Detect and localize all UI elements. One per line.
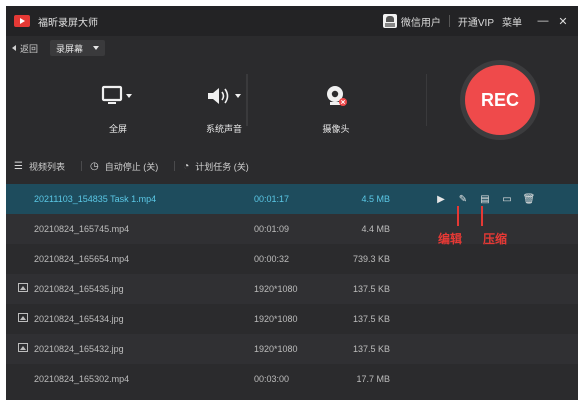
row-actions: ▶ ✎ ▤ ▭ 🗑	[430, 184, 540, 214]
file-duration: 00:00:32	[254, 254, 290, 264]
compress-icon[interactable]: ▤	[474, 194, 496, 205]
app-logo-icon	[14, 15, 30, 27]
speaker-icon	[176, 84, 272, 108]
image-resolution: 1920*1080	[254, 284, 298, 294]
file-row[interactable]: 20211103_154835 Task 1.mp4 00:01:17 4.5 …	[6, 184, 578, 214]
file-name: 20210824_165432.jpg	[34, 344, 124, 354]
recording-controls: 全屏 系统声音 摄像头 REC	[6, 60, 578, 150]
mode-label: 录屏幕	[56, 43, 84, 54]
compress-annotation: 压缩	[483, 232, 508, 246]
file-size: 17.7 MB	[356, 374, 390, 384]
file-row[interactable]: 20210824_165654.mp4 00:00:32 739.3 KB	[6, 244, 578, 274]
compress-annotation-arrow	[481, 206, 483, 226]
image-resolution: 1920*1080	[254, 314, 298, 324]
edit-icon[interactable]: ✎	[452, 194, 474, 205]
folder-icon[interactable]: ▭	[496, 194, 518, 205]
chevron-down-icon	[93, 46, 100, 50]
auto-stop-label: 自动停止 (关)	[104, 161, 159, 172]
schedule-label: 计划任务 (关)	[195, 161, 249, 172]
app-window: 福昕录屏大师 微信用户 开通VIP 菜单 — ✕ 返回 录屏幕 全屏 系统声音 …	[6, 6, 578, 400]
file-list: 20211103_154835 Task 1.mp4 00:01:17 4.5 …	[6, 184, 578, 400]
fullscreen-control[interactable]: 全屏	[70, 60, 166, 150]
edit-annotation-arrow	[457, 206, 459, 226]
file-size: 137.5 KB	[352, 284, 390, 294]
file-name: 20211103_154835 Task 1.mp4	[34, 194, 157, 204]
file-name: 20210824_165434.jpg	[34, 314, 124, 324]
image-resolution: 1920*1080	[254, 344, 298, 354]
fullscreen-label: 全屏	[108, 124, 127, 134]
user-name[interactable]: 微信用户	[401, 14, 441, 29]
file-row[interactable]: 20210824_165302.mp4 00:03:00 17.7 MB	[6, 364, 578, 394]
back-button[interactable]: 返回	[12, 42, 38, 55]
file-duration: 00:01:09	[254, 224, 290, 234]
file-size: 137.5 KB	[352, 314, 390, 324]
sub-bar: 返回 录屏幕	[6, 36, 578, 60]
file-duration: 00:01:17	[254, 194, 290, 204]
schedule-option[interactable]: ◔ 计划任务 (关)	[183, 160, 249, 173]
app-title: 福昕录屏大师	[38, 17, 98, 29]
webcam-label: 摄像头	[322, 124, 350, 134]
trash-icon[interactable]: 🗑	[518, 194, 540, 205]
file-duration: 00:03:00	[254, 374, 290, 384]
mode-dropdown[interactable]: 录屏幕	[50, 40, 106, 56]
webcam-control[interactable]: 摄像头	[288, 60, 384, 150]
file-name: 20210824_165302.mp4	[34, 374, 130, 384]
close-button[interactable]: ✕	[556, 15, 570, 28]
image-icon	[18, 283, 30, 295]
file-name: 20210824_165435.jpg	[34, 284, 124, 294]
list-icon: ☰	[14, 160, 23, 172]
monitor-icon	[70, 84, 166, 108]
file-size: 4.5 MB	[361, 194, 390, 204]
vip-button[interactable]: 开通VIP	[458, 14, 494, 29]
file-size: 4.4 MB	[361, 224, 390, 234]
video-list-toggle[interactable]: ☰ 视频列表	[14, 160, 65, 173]
controls-divider	[246, 74, 248, 126]
system-audio-control[interactable]: 系统声音	[176, 60, 272, 150]
file-size: 739.3 KB	[352, 254, 390, 264]
webcam-icon	[288, 84, 384, 108]
clock-icon: ◷	[89, 160, 99, 172]
rec-ring: REC	[460, 60, 540, 140]
options-bar: ☰ 视频列表 ◷ 自动停止 (关) ◔ 计划任务 (关)	[6, 156, 578, 176]
minimize-button[interactable]: —	[536, 15, 550, 27]
play-icon[interactable]: ▶	[430, 194, 452, 205]
file-row[interactable]: 20210824_165432.jpg 1920*1080 137.5 KB	[6, 334, 578, 364]
file-size: 137.5 KB	[352, 344, 390, 354]
title-divider	[448, 15, 450, 27]
menu-button[interactable]: 菜单	[502, 14, 522, 29]
rec-divider	[426, 74, 427, 126]
rec-button[interactable]: REC	[465, 65, 535, 135]
back-arrow-icon	[12, 45, 16, 51]
file-name: 20210824_165654.mp4	[34, 254, 130, 264]
title-bar: 福昕录屏大师 微信用户 开通VIP 菜单 — ✕	[6, 6, 578, 36]
user-avatar-icon[interactable]	[382, 14, 397, 28]
back-label: 返回	[20, 43, 39, 54]
title-bar-right: 微信用户 开通VIP 菜单 — ✕	[382, 6, 570, 36]
file-row[interactable]: 20210824_165434.jpg 1920*1080 137.5 KB	[6, 304, 578, 334]
image-icon	[18, 313, 30, 325]
video-list-label: 视频列表	[28, 161, 65, 172]
options-divider	[174, 161, 176, 171]
file-row[interactable]: 20210824_165435.jpg 1920*1080 137.5 KB	[6, 274, 578, 304]
file-name: 20210824_165745.mp4	[34, 224, 130, 234]
schedule-icon: ◔	[183, 160, 190, 172]
auto-stop-option[interactable]: ◷ 自动停止 (关)	[90, 160, 158, 173]
edit-annotation: 编辑	[438, 232, 463, 246]
options-divider	[80, 161, 82, 171]
image-icon	[18, 343, 30, 355]
system-audio-label: 系统声音	[205, 124, 242, 134]
